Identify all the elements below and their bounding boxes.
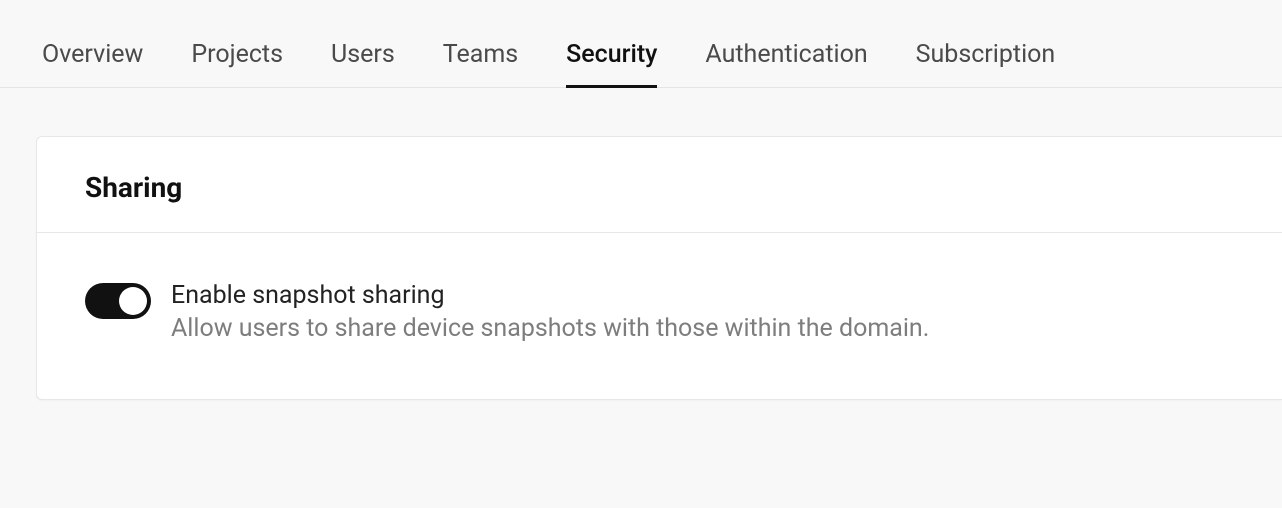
card-header: Sharing	[37, 137, 1282, 233]
tab-teams[interactable]: Teams	[443, 40, 518, 87]
setting-description: Allow users to share device snapshots wi…	[171, 314, 929, 343]
tab-authentication[interactable]: Authentication	[705, 40, 867, 87]
tab-users[interactable]: Users	[331, 40, 395, 87]
tab-subscription[interactable]: Subscription	[916, 40, 1056, 87]
setting-title: Enable snapshot sharing	[171, 281, 929, 310]
setting-text: Enable snapshot sharing Allow users to s…	[171, 281, 929, 343]
tab-security[interactable]: Security	[566, 40, 657, 87]
toggle-enable-snapshot-sharing[interactable]	[85, 283, 151, 319]
sharing-card: Sharing Enable snapshot sharing Allow us…	[36, 136, 1282, 400]
tab-projects[interactable]: Projects	[191, 40, 283, 87]
setting-row-snapshot-sharing: Enable snapshot sharing Allow users to s…	[37, 233, 1282, 399]
toggle-knob	[119, 287, 147, 315]
settings-tabs: Overview Projects Users Teams Security A…	[0, 0, 1282, 88]
card-title: Sharing	[85, 171, 1234, 204]
tab-overview[interactable]: Overview	[42, 40, 143, 87]
